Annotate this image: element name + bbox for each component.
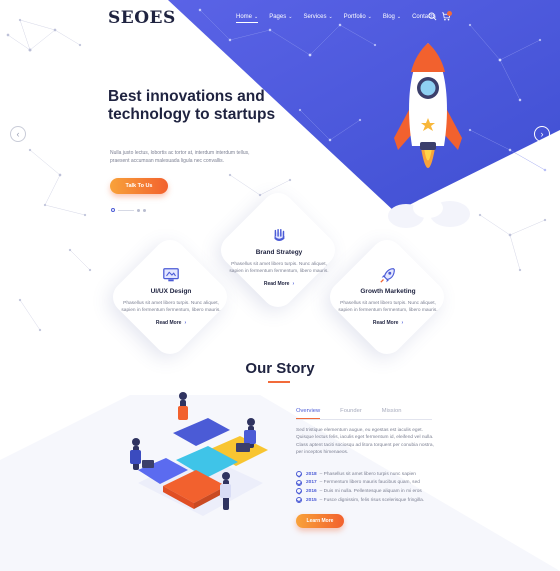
service-title: UI/UX Design — [150, 288, 192, 295]
tab-mission[interactable]: Mission — [382, 408, 402, 419]
talk-to-us-button[interactable]: Talk To Us — [110, 178, 168, 194]
service-ui-ux: UI/UX Design Phasellus sit amet libero t… — [116, 266, 226, 326]
rocket-illustration — [388, 43, 470, 240]
nav-item-pages[interactable]: Pages ⌄ — [269, 14, 292, 23]
section-title-our-story: Our Story — [245, 360, 315, 377]
slider-progress-line — [118, 209, 134, 211]
learn-more-button[interactable]: Learn More — [296, 514, 344, 528]
service-brand-strategy: Brand Strategy Phasellus sit amet libero… — [224, 227, 334, 287]
service-title: Brand Strategy — [255, 249, 303, 256]
title-underline — [268, 381, 290, 383]
rocket-icon — [380, 268, 395, 283]
read-more-link[interactable]: Read More › — [116, 320, 226, 326]
timeline-year: 2015 — [306, 497, 317, 503]
nav-item-home[interactable]: Home ⌄ — [236, 14, 259, 23]
timeline-item: 2015– Fusce dignissim, felis risus scele… — [296, 496, 441, 505]
timeline-item: 2016– Duis mi nulla. Pellentesque aliqua… — [296, 487, 441, 496]
chevron-right-icon: › — [540, 129, 544, 139]
chevron-right-icon: › — [292, 281, 295, 287]
timeline-text: – Phasellus sit amet libero turpis nunc … — [319, 471, 416, 477]
nav-label: Portfolio — [343, 14, 366, 20]
check-circle-icon — [296, 471, 302, 478]
slider-dot-3[interactable] — [143, 208, 146, 212]
service-growth-marketing: Growth Marketing Phasellus sit amet libe… — [333, 266, 443, 326]
timeline-text: – Duis mi nulla. Pellentesque aliquam in… — [319, 488, 422, 494]
timeline-year: 2017 — [306, 480, 317, 486]
chevron-left-icon: ‹ — [16, 129, 20, 139]
read-more-link[interactable]: Read More › — [224, 281, 334, 287]
nav-label: Pages — [269, 14, 287, 20]
story-timeline: 2018– Phasellus sit amet libero turpis n… — [296, 470, 441, 504]
main-nav: Home ⌄ Pages ⌄ Services ⌄ Portfolio ⌄ Blog ⌄ … — [236, 14, 447, 23]
service-text: Phasellus sit amet libero turpis. Nunc a… — [121, 301, 221, 313]
puzzle-team-illustration — [130, 392, 268, 516]
slider-dot-2[interactable] — [137, 208, 140, 212]
chevron-down-icon: ⌄ — [254, 14, 259, 20]
cart-badge — [447, 11, 452, 16]
site-logo[interactable]: SEOES — [108, 8, 176, 28]
service-text: Phasellus sit amet libero turpis. Nunc a… — [338, 301, 438, 313]
logo-text: SEOES — [108, 8, 176, 28]
tab-founder[interactable]: Founder — [340, 408, 362, 419]
chevron-down-icon: ⌄ — [367, 14, 372, 20]
nav-label: Services — [303, 14, 327, 20]
read-more-label: Read More — [372, 320, 399, 326]
check-circle-icon — [296, 497, 302, 504]
slider-pagination — [111, 208, 146, 212]
timeline-text: – Fermentum libero mauris faucibus quam,… — [319, 480, 420, 486]
chevron-right-icon: › — [184, 320, 187, 326]
timeline-item: 2018– Phasellus sit amet libero turpis n… — [296, 470, 441, 479]
chevron-down-icon: ⌄ — [288, 14, 293, 20]
hero-title: Best innovations and technology to start… — [108, 88, 276, 123]
service-title: Growth Marketing — [360, 288, 416, 295]
timeline-text: – Fusce dignissim, felis risus scelerisq… — [319, 497, 425, 503]
service-text: Phasellus sit amet libero turpis. Nunc a… — [229, 262, 329, 274]
story-description: Sed tristique elementum augue, eu egesta… — [296, 428, 434, 455]
chevron-down-icon: ⌄ — [396, 14, 402, 20]
slider-dot-1[interactable] — [111, 208, 115, 212]
hero-description: Nulla justo lectus, lobortis ac tortor a… — [110, 150, 250, 164]
nav-label: Home — [236, 14, 253, 20]
check-circle-icon — [296, 479, 302, 486]
slider-prev-button[interactable]: ‹ — [10, 126, 26, 142]
nav-label: Blog — [382, 14, 395, 20]
chevron-down-icon: ⌄ — [328, 14, 333, 20]
timeline-item: 2017– Fermentum libero mauris faucibus q… — [296, 479, 441, 488]
chevron-right-icon: › — [401, 320, 404, 326]
read-more-link[interactable]: Read More › — [333, 320, 443, 326]
read-more-label: Read More — [155, 320, 182, 326]
story-tabs: Overview Founder Mission — [296, 408, 432, 420]
tab-overview[interactable]: Overview — [296, 408, 321, 419]
nav-item-portfolio[interactable]: Portfolio ⌄ — [344, 14, 372, 23]
ui-ux-icon — [163, 268, 179, 282]
nav-item-blog[interactable]: Blog ⌄ — [383, 14, 401, 23]
timeline-year: 2018 — [306, 471, 317, 477]
check-circle-icon — [296, 488, 302, 495]
read-more-label: Read More — [263, 281, 290, 287]
brand-strategy-icon — [274, 228, 285, 241]
timeline-year: 2016 — [306, 488, 317, 494]
nav-item-services[interactable]: Services ⌄ — [303, 14, 332, 23]
search-icon[interactable] — [428, 12, 437, 21]
slider-next-button[interactable]: › — [534, 126, 550, 142]
